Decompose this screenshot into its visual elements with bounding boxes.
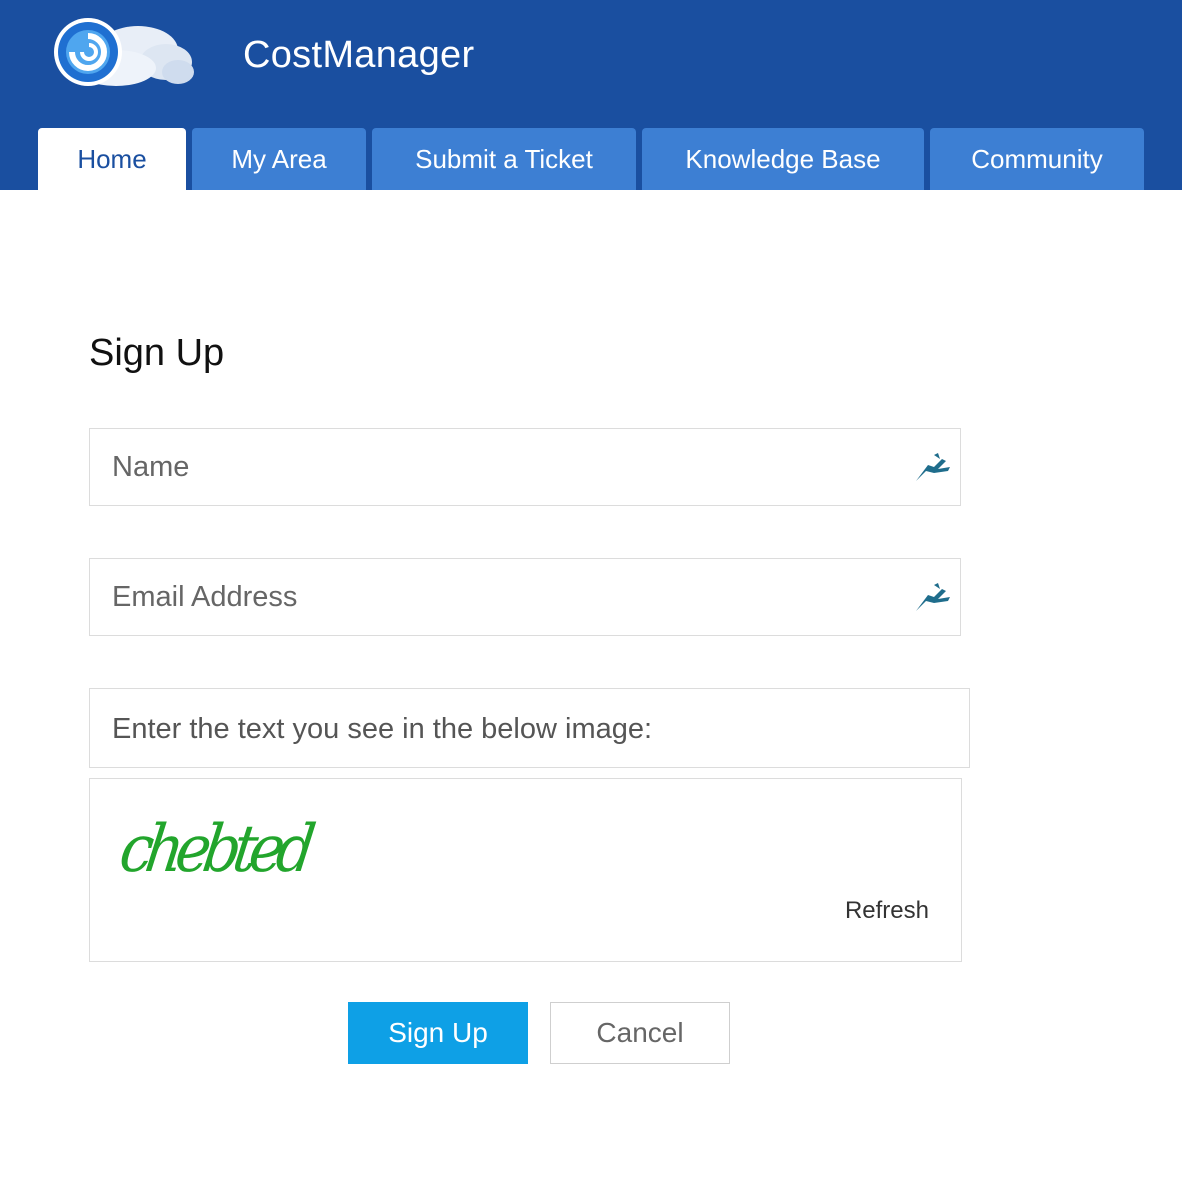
tab-home[interactable]: Home	[38, 128, 186, 190]
name-field-wrapper	[89, 428, 961, 506]
captcha-text: chebted	[115, 810, 318, 886]
captcha-box: chebted Refresh	[89, 778, 962, 962]
refresh-link[interactable]: Refresh	[845, 897, 929, 925]
page-title: Sign Up	[89, 332, 225, 374]
captcha-label: Enter the text you see in the below imag…	[89, 688, 970, 768]
email-field-wrapper	[89, 558, 961, 636]
tab-submit-a-ticket[interactable]: Submit a Ticket	[372, 128, 636, 190]
site-header: CostManager Home My Area Submit a Ticket…	[0, 0, 1182, 190]
email-field[interactable]	[90, 559, 960, 635]
autofill-bird-icon[interactable]	[912, 451, 952, 483]
sign-up-button[interactable]: Sign Up	[348, 1002, 528, 1064]
name-field[interactable]	[90, 429, 960, 505]
tab-community[interactable]: Community	[930, 128, 1144, 190]
captcha-image: chebted	[115, 810, 318, 886]
autofill-bird-icon[interactable]	[912, 581, 952, 613]
cloud-globe-logo-icon[interactable]	[38, 10, 194, 92]
brand-name: CostManager	[243, 34, 475, 76]
cancel-button[interactable]: Cancel	[550, 1002, 730, 1064]
tab-my-area[interactable]: My Area	[192, 128, 366, 190]
tab-knowledge-base[interactable]: Knowledge Base	[642, 128, 924, 190]
